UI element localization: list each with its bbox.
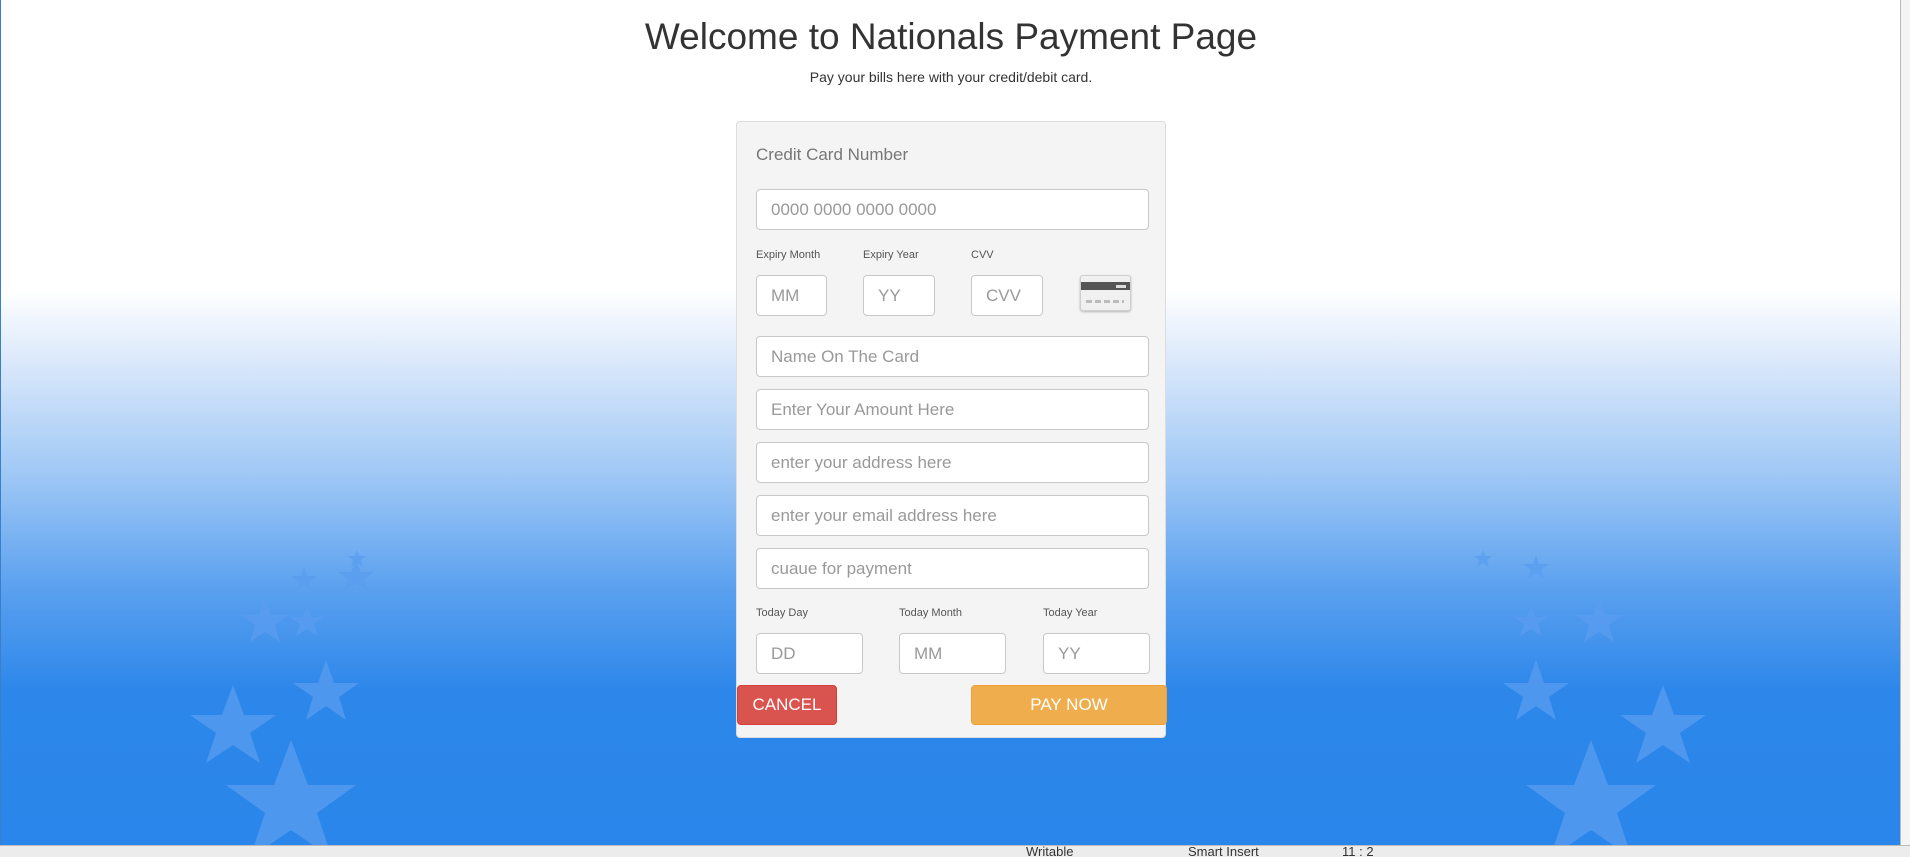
status-position: 11 : 2 [1342, 844, 1374, 859]
card-number-label: Credit Card Number [756, 145, 909, 164]
stars-decoration-left [190, 550, 374, 845]
today-day-label: Today Day [756, 607, 808, 619]
cvv-label: CVV [971, 249, 994, 261]
email-input[interactable] [756, 495, 1149, 536]
amount-input[interactable] [756, 389, 1149, 430]
card-number-input[interactable] [756, 189, 1149, 230]
page-subtitle: Pay your bills here with your credit/deb… [809, 69, 1093, 85]
cvv-input[interactable] [971, 275, 1043, 316]
today-month-label: Today Month [899, 607, 962, 619]
name-on-card-input[interactable] [756, 336, 1149, 377]
cancel-button[interactable]: CANCEL [737, 685, 837, 725]
payment-form-card: Credit Card Number Expiry Month Expiry Y… [736, 121, 1167, 738]
pay-now-button[interactable]: PAY NOW [971, 685, 1167, 725]
status-mode: Writable [1026, 844, 1074, 859]
background-status-bar: Writable Smart Insert 11 : 2 [0, 844, 1910, 859]
page-title: Welcome to Nationals Payment Page [644, 16, 1258, 57]
today-year-input[interactable] [1043, 633, 1150, 674]
expiry-month-input[interactable] [756, 275, 827, 316]
expiry-month-label: Expiry Month [756, 249, 821, 261]
expiry-year-input[interactable] [863, 275, 935, 316]
today-month-input[interactable] [899, 633, 1006, 674]
payment-cause-input[interactable] [756, 548, 1149, 589]
credit-card-back-icon [1080, 275, 1131, 311]
address-input[interactable] [756, 442, 1149, 483]
status-insert: Smart Insert [1188, 844, 1259, 859]
payment-page: Welcome to Nationals Payment Page Pay yo… [0, 0, 1901, 845]
today-year-label: Today Year [1043, 607, 1098, 619]
expiry-year-label: Expiry Year [863, 249, 919, 261]
background-window-edge [1900, 0, 1910, 845]
today-day-input[interactable] [756, 633, 863, 674]
stars-decoration-right [1474, 550, 1706, 845]
